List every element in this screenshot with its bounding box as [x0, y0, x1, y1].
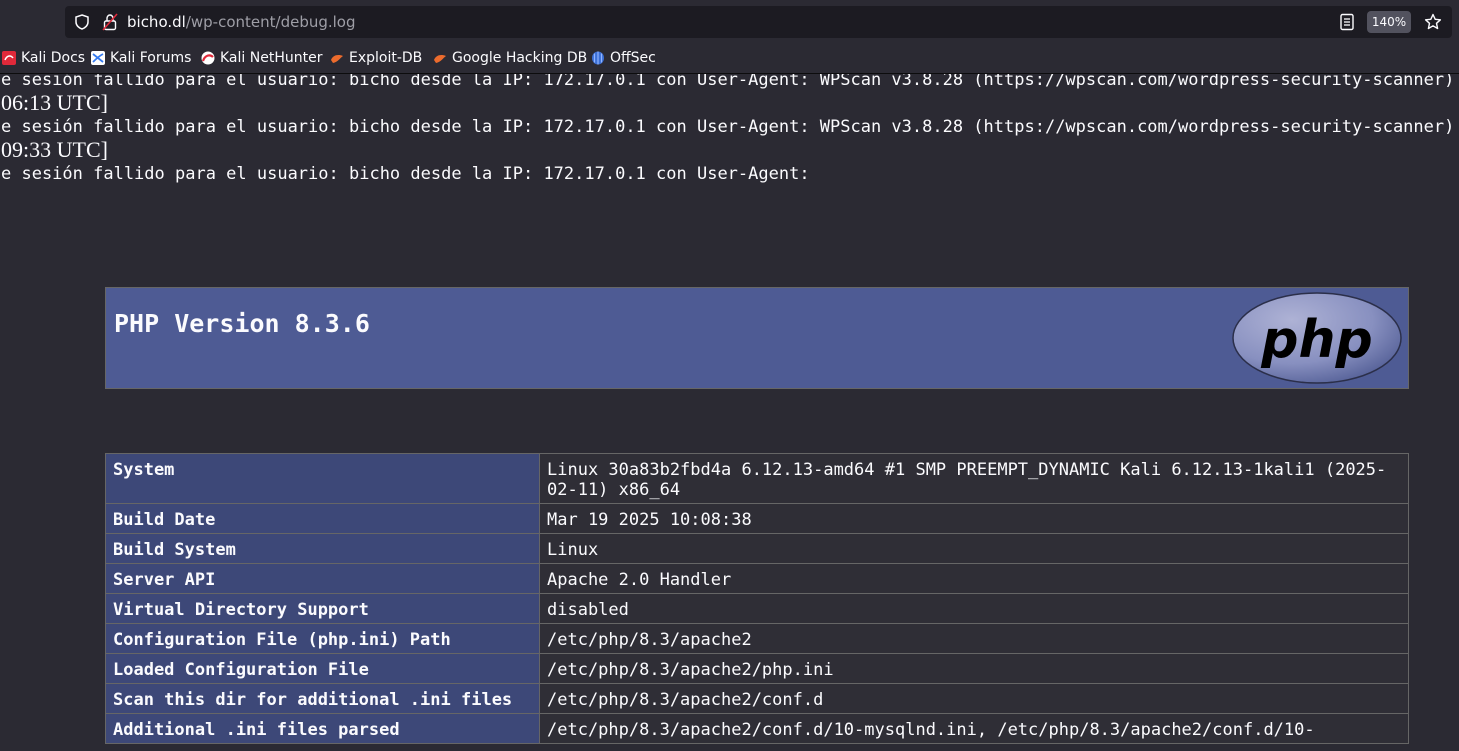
zoom-level-button[interactable]: 140% — [1367, 11, 1411, 33]
row-key: Loaded Configuration File — [105, 653, 540, 684]
exploit-db-icon — [331, 55, 343, 63]
table-row: System Linux 30a83b2fbd4a 6.12.13-amd64 #… — [105, 453, 1409, 504]
kali-nethunter-icon — [201, 51, 215, 65]
row-key: Configuration File (php.ini) Path — [105, 623, 540, 654]
offsec-icon — [592, 51, 604, 65]
bookmark-label: Kali Docs — [21, 50, 86, 66]
bookmarks-bar: Kali Docs Kali Forums Kali NetHunter Exp… — [0, 44, 1459, 74]
phpinfo-header: PHP Version 8.3.6 php — [105, 287, 1409, 389]
table-row: Build System Linux — [105, 533, 1409, 564]
bookmark-label: Kali NetHunter — [220, 50, 323, 66]
log-line: e sesión fallido para el usuario: bicho … — [1, 164, 810, 184]
bookmark-google-hacking-db[interactable]: Google Hacking DB — [433, 48, 587, 68]
bookmark-label: Kali Forums — [110, 50, 192, 66]
bookmark-star-icon[interactable] — [1424, 13, 1442, 31]
table-row: Server API Apache 2.0 Handler — [105, 563, 1409, 594]
table-row: Loaded Configuration File/etc/php/8.3/ap… — [105, 653, 1409, 684]
url-domain: bicho.dl — [127, 13, 186, 31]
bookmark-exploit-db[interactable]: Exploit-DB — [330, 48, 422, 68]
url-path: /wp-content/debug.log — [185, 13, 356, 31]
url-text[interactable]: bicho.dl/wp-content/debug.log — [127, 12, 356, 32]
log-timestamp: 09:33 UTC] — [1, 137, 108, 162]
page-content: e sesión fallido para el usuario: bicho … — [0, 74, 1459, 751]
row-key: Scan this dir for additional .ini files — [105, 683, 540, 714]
log-line: e sesión fallido para el usuario: bicho … — [1, 117, 1455, 137]
row-value: Linux — [539, 533, 1409, 564]
bookmark-label: OffSec — [610, 50, 656, 66]
row-value: /etc/php/8.3/apache2/conf.d — [539, 683, 1409, 714]
row-value: disabled — [539, 593, 1409, 624]
row-key: System — [105, 453, 540, 504]
bookmark-kali-forums[interactable]: Kali Forums — [91, 48, 191, 68]
table-row: Virtual Directory Support disabled — [105, 593, 1409, 624]
row-value: /etc/php/8.3/apache2 — [539, 623, 1409, 654]
phpinfo-table: System Linux 30a83b2fbd4a 6.12.13-amd64 #… — [105, 453, 1409, 744]
row-key: Server API — [105, 563, 540, 594]
bookmark-offsec[interactable]: OffSec — [591, 48, 656, 68]
row-value: Mar 19 2025 10:08:38 — [539, 503, 1409, 534]
shield-icon[interactable] — [74, 14, 90, 30]
log-timestamp: 06:13 UTC] — [1, 90, 108, 115]
lock-icon[interactable] — [102, 13, 118, 31]
table-row: Build Date Mar 19 2025 10:08:38 — [105, 503, 1409, 534]
bookmark-kali-nethunter[interactable]: Kali NetHunter — [201, 48, 322, 68]
row-key: Virtual Directory Support — [105, 593, 540, 624]
table-row: Additional .ini files parsed/etc/php/8.3… — [105, 713, 1409, 744]
row-value: Linux 30a83b2fbd4a 6.12.13-amd64 #1 SMP … — [539, 453, 1409, 504]
log-line: e sesión fallido para el usuario: bicho … — [1, 74, 1455, 90]
table-row: Scan this dir for additional .ini files /… — [105, 683, 1409, 714]
kali-docs-icon — [2, 51, 16, 65]
row-value: /etc/php/8.3/apache2/php.ini — [539, 653, 1409, 684]
row-key: Build System — [105, 533, 540, 564]
page-title: PHP Version 8.3.6 — [114, 309, 370, 338]
browser-toolbar: bicho.dl/wp-content/debug.log 140% — [0, 0, 1459, 44]
bookmark-label: Google Hacking DB — [452, 50, 588, 66]
bookmark-label: Exploit-DB — [349, 50, 423, 66]
php-logo-text: php — [1260, 310, 1372, 370]
bookmark-kali-docs[interactable]: Kali Docs — [2, 48, 85, 68]
row-value: /etc/php/8.3/apache2/conf.d/10-mysqlnd.i… — [539, 713, 1409, 744]
table-row: Configuration File (php.ini) Path/etc/ph… — [105, 623, 1409, 654]
reader-view-icon[interactable] — [1339, 13, 1355, 31]
kali-forums-icon — [91, 51, 105, 65]
google-hacking-db-icon — [434, 55, 446, 63]
row-key: Build Date — [105, 503, 540, 534]
row-value: Apache 2.0 Handler — [539, 563, 1409, 594]
php-logo-icon: php — [1232, 292, 1402, 384]
row-key: Additional .ini files parsed — [105, 713, 540, 744]
